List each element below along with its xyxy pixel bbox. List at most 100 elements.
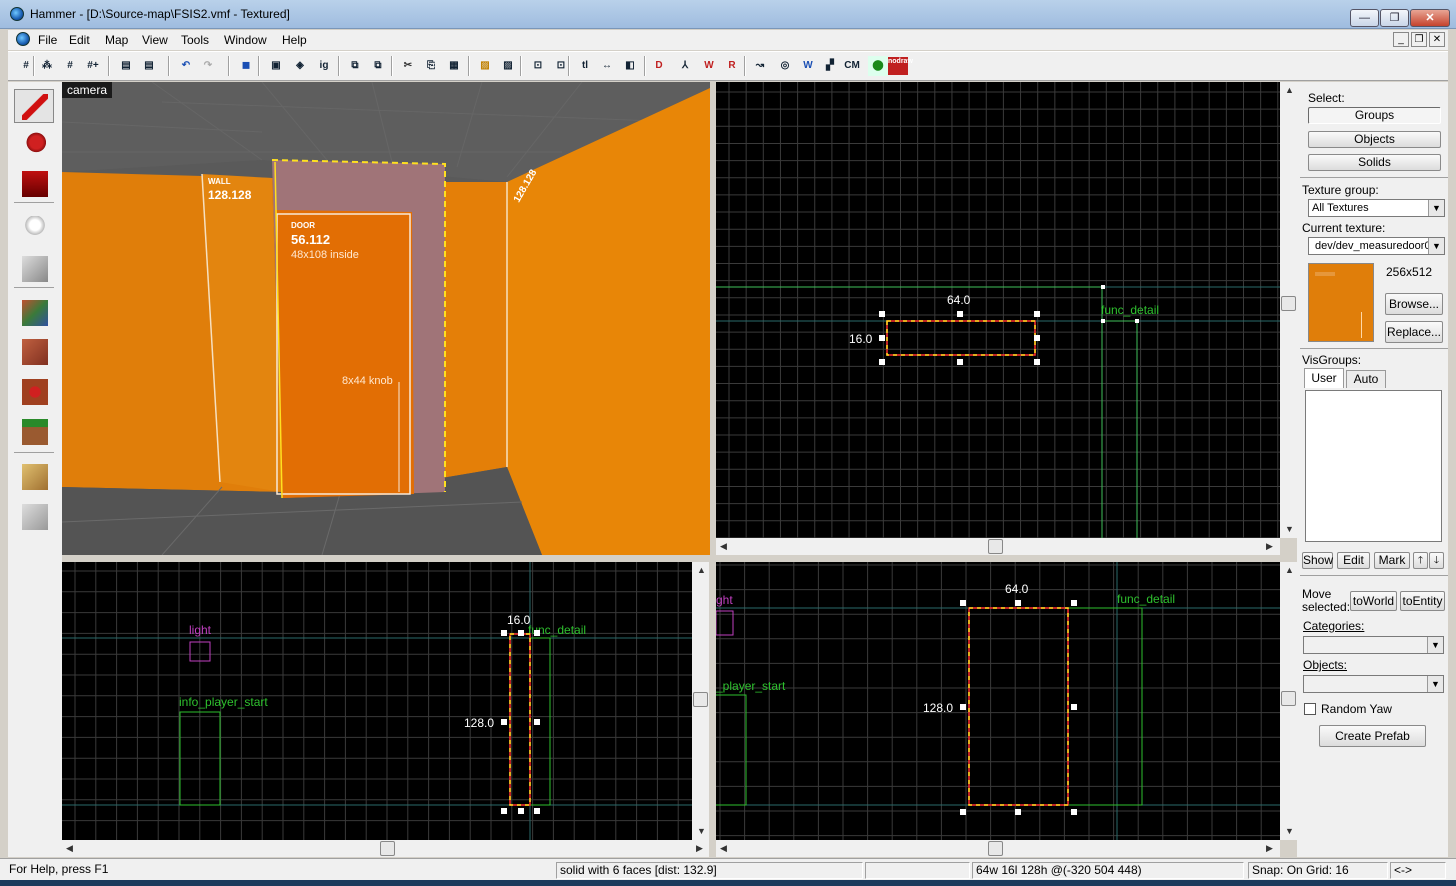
browse-button[interactable]: Browse... — [1385, 293, 1443, 315]
menu-help[interactable]: Help — [282, 33, 307, 47]
close-button[interactable]: ✕ — [1410, 9, 1450, 27]
carve-icon[interactable]: ◼ — [236, 56, 256, 76]
scale-lock-icon[interactable]: ↔ — [597, 56, 617, 76]
ungroup-icon[interactable]: ▤ — [139, 56, 159, 76]
menu-file[interactable]: File — [38, 33, 57, 47]
move-up-arrow-icon[interactable]: 🡑 — [1413, 552, 1428, 569]
random-yaw-checkbox[interactable] — [1304, 703, 1316, 715]
hazard-icon[interactable]: ▨ — [475, 56, 495, 76]
overlay-tool-button[interactable] — [14, 414, 54, 448]
top-view-hscrollbar[interactable]: ◀ ▶ — [716, 538, 1280, 555]
texlock-icon[interactable]: ◈ — [290, 56, 310, 76]
texture-tool-button[interactable] — [14, 295, 54, 329]
models-icon[interactable]: D — [649, 56, 669, 76]
restore-button[interactable]: ❐ — [1380, 9, 1409, 27]
to-world-button[interactable]: toWorld — [1350, 591, 1397, 611]
render-icon[interactable]: R — [722, 56, 742, 76]
world-icon[interactable]: W — [798, 56, 818, 76]
hammer-app-icon[interactable] — [10, 7, 24, 21]
vertex-tool-button[interactable] — [14, 499, 54, 533]
bbox-icon[interactable]: ⊡ — [528, 56, 548, 76]
select-solids-button[interactable]: Solids — [1308, 154, 1441, 171]
lightmap-icon[interactable]: ↝ — [750, 56, 770, 76]
side-2d-viewport[interactable]: ght _player_start func_detail 64.0 128.0 — [716, 562, 1280, 840]
texture-group-select[interactable]: All Textures ▼ — [1308, 199, 1445, 217]
camera-tool-button[interactable] — [14, 166, 54, 200]
grid-add-icon[interactable]: #+ — [83, 56, 103, 76]
copy-icon[interactable]: ⎘ — [421, 56, 441, 76]
menu-window[interactable]: Window — [224, 33, 267, 47]
entities-icon[interactable]: ▞ — [820, 56, 840, 76]
flip-icon[interactable]: ◧ — [620, 56, 640, 76]
side-view-hscrollbar[interactable]: ◀ ▶ — [716, 840, 1280, 857]
minimize-button[interactable]: — — [1350, 9, 1379, 27]
visgroup-mark-button[interactable]: Mark — [1374, 552, 1410, 569]
chevron-down-icon[interactable]: ▼ — [1428, 200, 1444, 216]
current-texture-select[interactable]: dev/dev_measuredoor0 ▼ — [1308, 237, 1445, 255]
replace-button[interactable]: Replace... — [1385, 321, 1443, 343]
visgroup-show-button[interactable]: Show — [1302, 552, 1333, 569]
wireframe-icon[interactable]: W — [699, 56, 719, 76]
menu-edit[interactable]: Edit — [69, 33, 90, 47]
visgroups-tab-user[interactable]: User — [1304, 368, 1344, 388]
chevron-down-icon[interactable]: ▼ — [1427, 637, 1443, 653]
nodraw-icon[interactable]: nodraw — [888, 57, 913, 75]
menu-map[interactable]: Map — [105, 33, 128, 47]
texture-preview[interactable] — [1308, 263, 1374, 342]
grid-dots-icon[interactable]: ⁂ — [37, 56, 57, 76]
top-view-vscrollbar[interactable]: ▲ ▼ — [1280, 82, 1297, 538]
front-2d-viewport[interactable]: light info_player_start func_detail 16.0… — [62, 562, 692, 840]
visgroups-tab-auto[interactable]: Auto — [1346, 370, 1386, 388]
hollow-icon[interactable]: ▣ — [266, 56, 286, 76]
decal-tool-button[interactable] — [14, 374, 54, 408]
side-view-vscroll-thumb[interactable] — [1281, 691, 1296, 706]
document-icon[interactable] — [16, 32, 30, 46]
visgroups-list[interactable] — [1305, 390, 1442, 542]
grid-small-icon[interactable]: # — [60, 56, 80, 76]
sphere-icon[interactable]: ◎ — [775, 56, 795, 76]
front-view-vscroll-thumb[interactable] — [693, 692, 708, 707]
side-view-hscroll-thumb[interactable] — [988, 841, 1003, 856]
chevron-down-icon[interactable]: ▼ — [1428, 238, 1444, 254]
front-view-vscrollbar[interactable]: ▲ ▼ — [692, 562, 709, 840]
to-entity-button[interactable]: toEntity — [1400, 591, 1445, 611]
cm-icon[interactable]: CM — [842, 56, 862, 76]
select-objects-button[interactable]: Objects — [1308, 131, 1441, 148]
texture-lock-icon[interactable]: tl — [575, 56, 595, 76]
group-icon[interactable]: ▤ — [116, 56, 136, 76]
entity-tool-button[interactable] — [14, 211, 54, 245]
front-view-hscrollbar[interactable]: ◀ ▶ — [62, 840, 709, 857]
paths-icon[interactable]: ⅄ — [675, 56, 695, 76]
paste-icon[interactable]: ▦ — [444, 56, 464, 76]
camera-label[interactable]: camera — [62, 82, 113, 98]
create-prefab-button[interactable]: Create Prefab — [1319, 725, 1426, 747]
cut-icon[interactable]: ✂ — [398, 56, 418, 76]
block-tool-button[interactable] — [14, 251, 54, 285]
move-down-arrow-icon[interactable]: 🡓 — [1429, 552, 1444, 569]
mdi-close-button[interactable]: ✕ — [1429, 32, 1445, 47]
top-view-hscroll-thumb[interactable] — [988, 539, 1003, 554]
chevron-down-icon[interactable]: ▼ — [1427, 676, 1443, 692]
cordon-icon[interactable]: ⧉ — [345, 56, 365, 76]
leaf-icon[interactable]: ⬤ — [868, 56, 888, 76]
objects-select[interactable]: ▼ — [1303, 675, 1444, 693]
redo-icon[interactable]: ↷ — [198, 56, 218, 76]
categories-select[interactable]: ▼ — [1303, 636, 1444, 654]
selection-tool-button[interactable] — [14, 89, 54, 123]
camera-viewport[interactable]: WALL 128.128 DOOR 56.112 48x108 inside 8… — [62, 82, 710, 555]
top-2d-viewport[interactable]: 64.0 16.0 func_detail — [716, 82, 1280, 538]
menu-tools[interactable]: Tools — [181, 33, 209, 47]
undo-icon[interactable]: ↶ — [176, 56, 196, 76]
top-view-vscroll-thumb[interactable] — [1281, 296, 1296, 311]
ignore-groups-icon[interactable]: ig — [314, 56, 334, 76]
side-view-vscrollbar[interactable]: ▲ ▼ — [1280, 562, 1297, 840]
menu-view[interactable]: View — [142, 33, 168, 47]
hazard-toggle-icon[interactable]: ▨ — [498, 56, 518, 76]
cordon-edit-icon[interactable]: ⧉ — [368, 56, 388, 76]
magnify-tool-button[interactable] — [14, 127, 54, 161]
front-view-hscroll-thumb[interactable] — [380, 841, 395, 856]
apply-texture-tool-button[interactable] — [14, 334, 54, 368]
select-groups-button[interactable]: Groups — [1308, 107, 1441, 124]
mdi-restore-button[interactable]: ❐ — [1411, 32, 1427, 47]
mdi-minimize-button[interactable]: _ — [1393, 32, 1409, 47]
